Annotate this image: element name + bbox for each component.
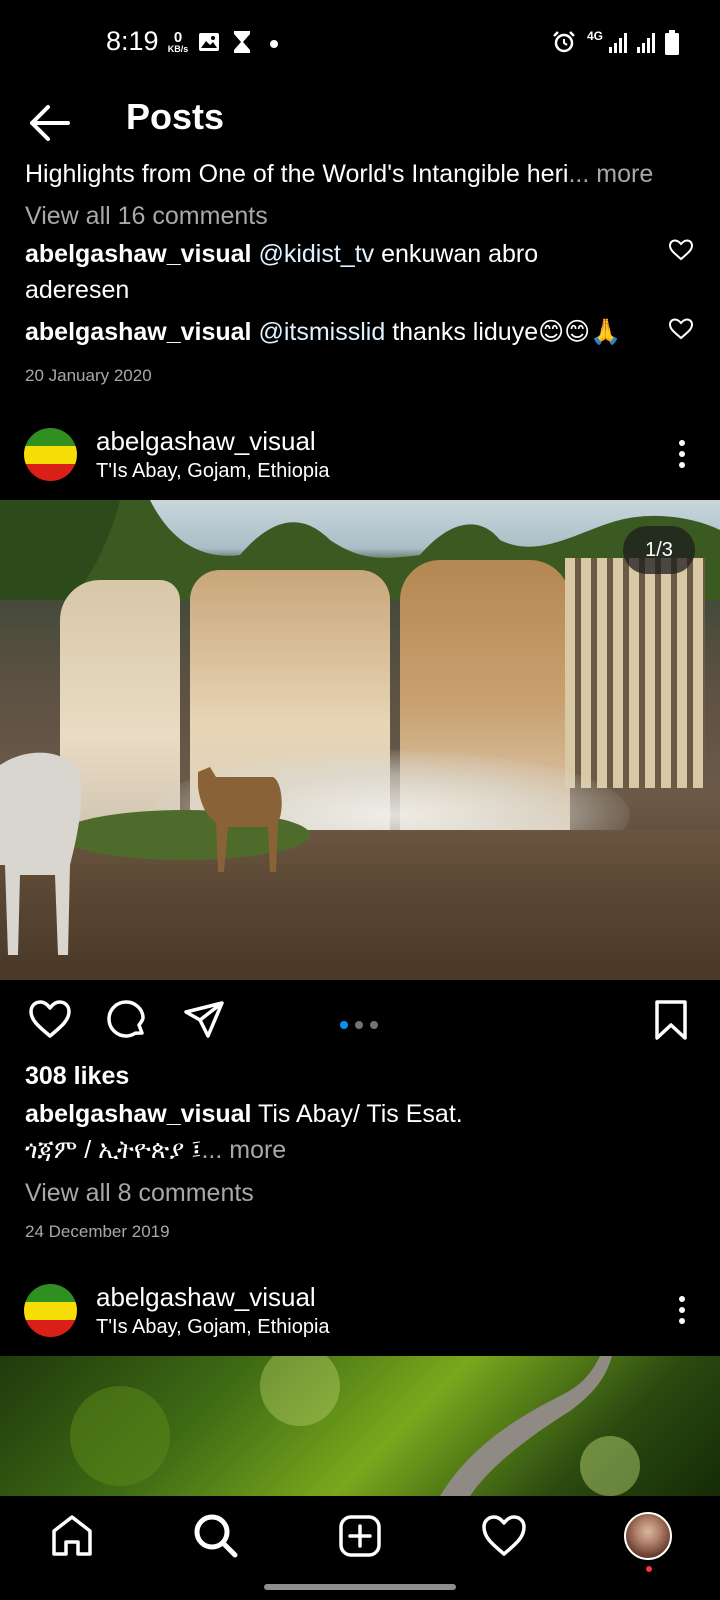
prev-post-date: 20 January 2020 — [25, 366, 152, 385]
comment-2-text: thanks liduye😊😊🙏 — [385, 318, 622, 346]
post-1-caption: abelgashaw_visual Tis Abay/ Tis Esat. — [25, 1096, 463, 1132]
comment-bubble-icon[interactable] — [104, 998, 148, 1042]
post-1-location[interactable]: T'Is Abay, Gojam, Ethiopia — [96, 460, 330, 483]
comment-1: abelgashaw_visual @kidist_tv enkuwan abr… — [25, 236, 585, 308]
home-icon[interactable] — [48, 1512, 96, 1560]
comment-2-mention[interactable]: @itsmisslid — [258, 318, 385, 346]
post-2-photo[interactable] — [0, 1356, 720, 1496]
post-1-likes[interactable]: 308 likes — [25, 1058, 129, 1094]
comment-2-user[interactable]: abelgashaw_visual — [25, 318, 252, 346]
carousel-dot-3 — [370, 1021, 378, 1029]
post-1-username[interactable]: abelgashaw_visual — [96, 426, 316, 457]
notification-dot-icon — [270, 40, 278, 48]
carousel-dot-2 — [355, 1021, 363, 1029]
activity-heart-icon[interactable] — [480, 1512, 528, 1560]
share-send-icon[interactable] — [182, 998, 226, 1042]
photo-brown-cow — [198, 767, 282, 872]
image-counter-badge: 1/3 — [623, 526, 695, 574]
post-1-header: abelgashaw_visual T'Is Abay, Gojam, Ethi… — [0, 426, 720, 504]
hourglass-icon — [234, 31, 250, 53]
save-bookmark-icon[interactable] — [650, 998, 694, 1042]
network-speed: 0 KB/s — [164, 30, 192, 54]
post-1-actions — [0, 998, 720, 1048]
prev-post-caption: Highlights from One of the World's Intan… — [25, 156, 653, 192]
alarm-icon — [553, 31, 575, 53]
post-2-username[interactable]: abelgashaw_visual — [96, 1282, 316, 1313]
post-1-caption-user[interactable]: abelgashaw_visual — [25, 1100, 252, 1128]
prev-post-view-comments[interactable]: View all 16 comments — [25, 198, 268, 234]
post-1-avatar[interactable] — [24, 428, 77, 481]
post-1-view-comments[interactable]: View all 8 comments — [25, 1175, 254, 1211]
add-post-icon[interactable] — [336, 1512, 384, 1560]
gallery-icon — [199, 33, 219, 51]
prev-post-caption-text: Highlights from One of the World's Intan… — [25, 160, 569, 188]
post-1-caption-line2: ጎጃም / ኢትዮጵያ ፤... more — [25, 1132, 286, 1168]
post-1-date: 24 December 2019 — [25, 1222, 170, 1241]
signal-icon — [609, 33, 627, 53]
back-arrow-icon[interactable] — [26, 100, 72, 146]
post-1-more-link[interactable]: ... more — [201, 1136, 286, 1164]
waterfall-right — [565, 558, 705, 788]
post-1-photo[interactable] — [0, 500, 720, 980]
post-2-more-options-icon[interactable] — [670, 1296, 694, 1328]
page-title: Posts — [126, 96, 225, 137]
signal-2-icon — [637, 33, 655, 53]
post-2-avatar[interactable] — [24, 1284, 77, 1337]
network-type: 4G — [587, 29, 604, 43]
carousel-dot-1 — [340, 1021, 348, 1029]
post-2-photo-branch — [70, 1356, 640, 1496]
carousel-indicator — [340, 1016, 385, 1034]
profile-notification-dot — [646, 1566, 652, 1572]
screen: 8:19 0 KB/s 4G Posts Highlights from One… — [0, 0, 720, 1600]
home-indicator[interactable] — [264, 1584, 456, 1590]
like-heart-icon[interactable] — [28, 998, 72, 1042]
prev-post-more-link[interactable]: ... more — [568, 160, 653, 188]
status-time: 8:19 — [106, 26, 159, 56]
battery-icon — [665, 30, 679, 55]
post-1-caption-line2-text: ጎጃም / ኢትዮጵያ ፤ — [25, 1136, 202, 1164]
photo-white-cow — [0, 752, 82, 955]
post-1-more-options-icon[interactable] — [670, 440, 694, 472]
comment-2-like-icon[interactable] — [668, 317, 694, 341]
network-speed-value: 0 — [173, 29, 183, 46]
comment-2: abelgashaw_visual @itsmisslid thanks lid… — [25, 314, 621, 350]
profile-avatar[interactable] — [624, 1512, 672, 1560]
comment-1-like-icon[interactable] — [668, 238, 694, 262]
post-2-header: abelgashaw_visual T'Is Abay, Gojam, Ethi… — [0, 1282, 720, 1360]
post-1-caption-text: Tis Abay/ Tis Esat. — [251, 1100, 463, 1128]
status-bar: 8:19 0 KB/s 4G — [0, 0, 720, 88]
post-2-location[interactable]: T'Is Abay, Gojam, Ethiopia — [96, 1316, 330, 1339]
network-speed-unit: KB/s — [167, 44, 189, 54]
search-icon[interactable] — [192, 1512, 240, 1560]
comment-1-user[interactable]: abelgashaw_visual — [25, 240, 252, 268]
comment-1-mention[interactable]: @kidist_tv — [258, 240, 374, 268]
